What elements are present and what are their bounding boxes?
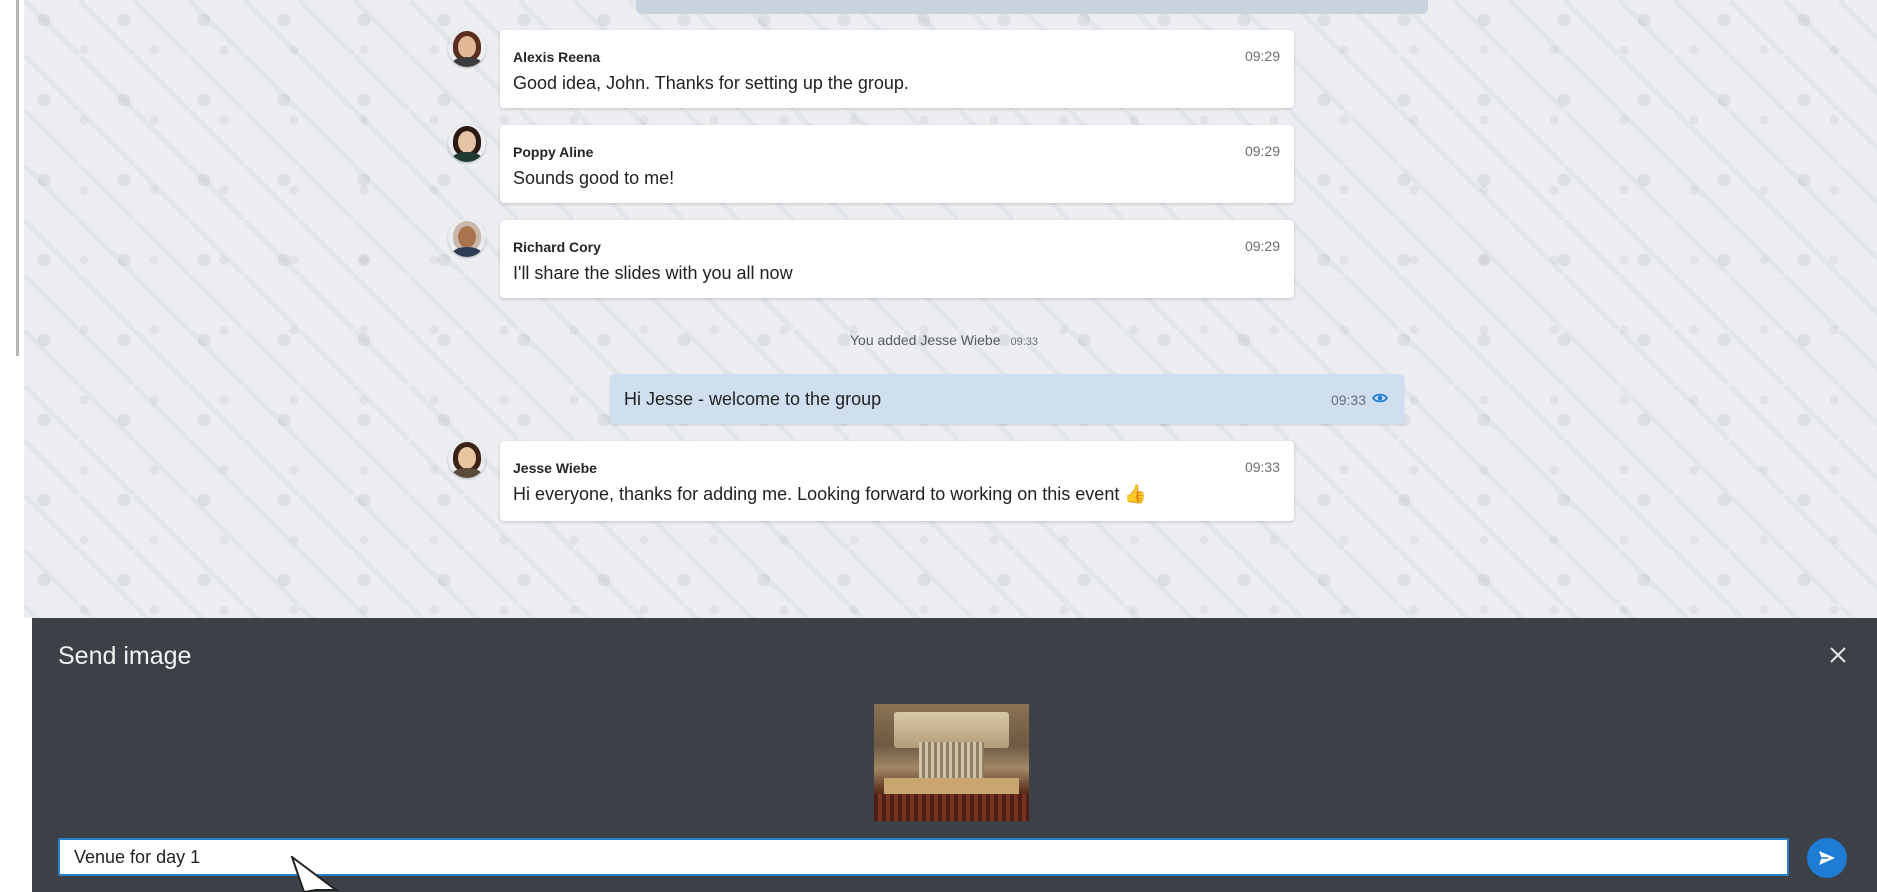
message-bubble: Richard Cory 09:29 I'll share the slides… — [500, 220, 1294, 298]
message-time: 09:29 — [1244, 48, 1280, 64]
eye-icon — [1372, 393, 1388, 403]
message-sender: Poppy Aline — [513, 144, 594, 160]
own-message-bubble: Hi Jesse - welcome to the group 09:33 — [610, 374, 1404, 424]
message-time: 09:29 — [1244, 238, 1280, 254]
message-time: 09:33 — [1330, 392, 1366, 408]
message-sender: Alexis Reena — [513, 49, 601, 65]
message-text: Hi everyone, thanks for adding me. Looki… — [513, 484, 1147, 504]
message-time: 09:33 — [1244, 459, 1280, 475]
message-bubble: Poppy Aline 09:29 Sounds good to me! — [500, 125, 1294, 203]
mouse-pointer-icon — [290, 856, 339, 892]
send-image-panel: Send image — [32, 618, 1877, 892]
send-icon — [1819, 851, 1835, 865]
message-bubble: Alexis Reena 09:29 Good idea, John. Than… — [500, 30, 1294, 108]
message-text: Good idea, John. Thanks for setting up t… — [513, 73, 909, 93]
message-sender: Jesse Wiebe — [513, 460, 597, 476]
message-text: I'll share the slides with you all now — [513, 263, 793, 283]
message-bubble: Jesse Wiebe 09:33 Hi everyone, thanks fo… — [500, 441, 1294, 521]
message-text: Hi Jesse - welcome to the group — [624, 389, 882, 409]
previous-message-bubble — [636, 0, 1428, 14]
message-time: 09:29 — [1244, 143, 1280, 159]
message-sender: Richard Cory — [513, 239, 601, 255]
avatar[interactable] — [448, 219, 486, 257]
avatar[interactable] — [448, 440, 486, 478]
close-icon[interactable] — [1827, 644, 1849, 666]
avatar[interactable] — [448, 29, 486, 67]
avatar[interactable] — [448, 124, 486, 162]
panel-title: Send image — [58, 642, 192, 670]
system-note: You added Jesse Wiebe 09:33 — [850, 332, 1038, 348]
send-button[interactable] — [1807, 838, 1847, 878]
system-note-text: You added Jesse Wiebe — [850, 332, 1001, 348]
scrollbar-track[interactable] — [16, 0, 19, 356]
system-note-time: 09:33 — [1010, 336, 1039, 348]
image-preview — [874, 704, 1029, 821]
thumbs-up-icon: 👍 — [1124, 484, 1147, 504]
left-strip — [0, 0, 24, 892]
message-text: Sounds good to me! — [513, 168, 675, 188]
